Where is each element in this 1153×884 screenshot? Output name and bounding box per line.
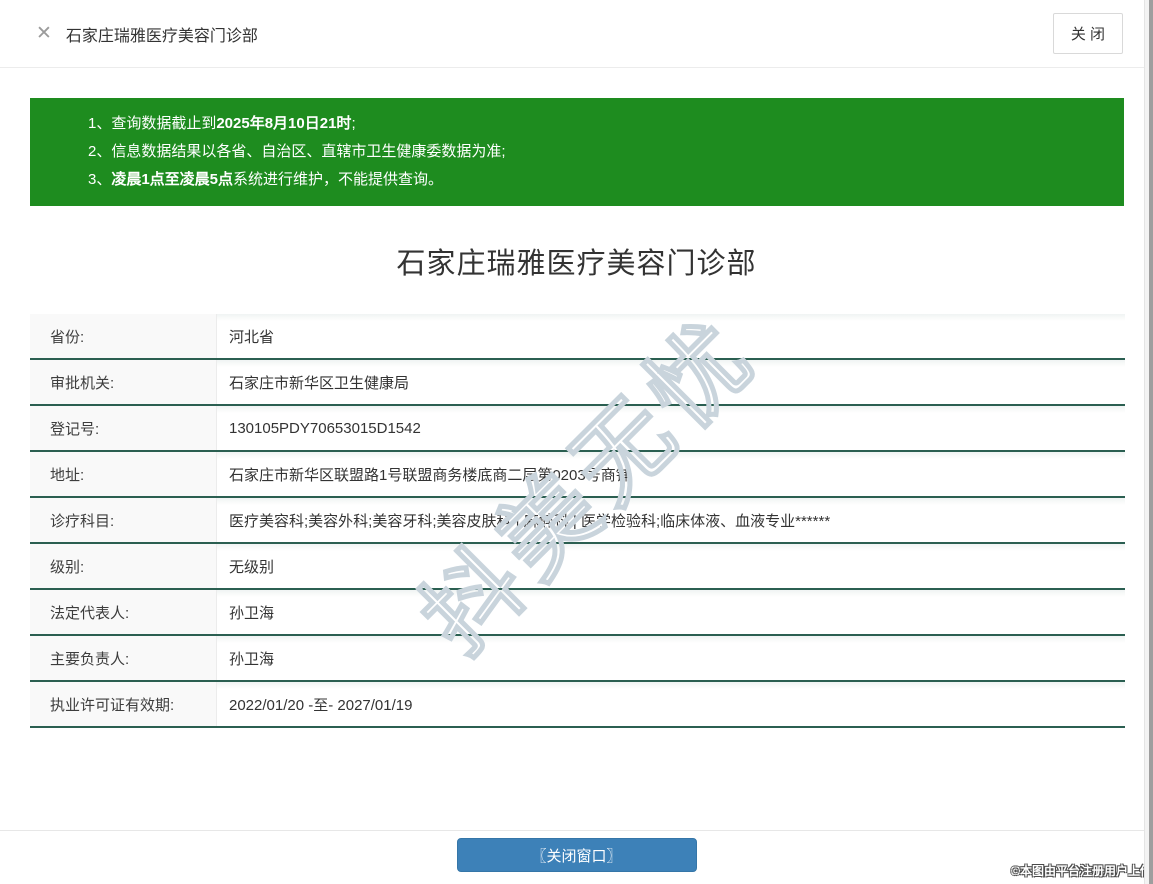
table-row-province: 省份: 河北省 [30, 314, 1125, 360]
row-label: 法定代表人: [30, 590, 217, 634]
notice-line-2-text: 2、信息数据结果以各省、自治区、直辖市卫生健康委数据为准; [88, 143, 506, 160]
table-row-person-in-charge: 主要负责人: 孙卫海 [30, 636, 1125, 682]
row-value: 130105PDY70653015D1542 [229, 419, 421, 437]
row-value: 河北省 [229, 328, 275, 346]
row-value: 医疗美容科;美容外科;美容牙科;美容皮肤科 | 麻醉科 | 医学检验科;临床体液… [229, 512, 831, 530]
table-row-license-validity: 执业许可证有效期: 2022/01/20 -至- 2027/01/19 [30, 682, 1125, 728]
row-value: 2022/01/20 -至- 2027/01/19 [229, 696, 413, 714]
notice-line-1: 1、查询数据截止到2025年8月10日21时; [88, 110, 1104, 138]
corner-watermark: ©本图由平台注册用户上传 [1011, 864, 1152, 878]
table-row-address: 地址: 石家庄市新华区联盟路1号联盟商务楼底商二层第0203号商铺 [30, 452, 1125, 498]
table-row-legal-representative: 法定代表人: 孙卫海 [30, 590, 1125, 636]
info-table: 省份: 河北省 审批机关: 石家庄市新华区卫生健康局 登记号: 130105PD… [30, 314, 1125, 728]
close-window-button[interactable]: 〖关闭窗口〗 [456, 838, 697, 872]
row-value: 石家庄市新华区卫生健康局 [229, 374, 410, 392]
row-label: 主要负责人: [30, 636, 217, 680]
header-bar: ✕ 石家庄瑞雅医疗美容门诊部 关 闭 [0, 0, 1153, 68]
close-button[interactable]: 关 闭 [1052, 13, 1123, 54]
row-label: 级别: [30, 544, 217, 588]
page-title: 石家庄瑞雅医疗美容门诊部 [396, 248, 757, 280]
row-value: 石家庄市新华区联盟路1号联盟商务楼底商二层第0203号商铺 [229, 466, 631, 484]
notice-line-3: 3、凌晨1点至凌晨5点系统进行维护，不能提供查询。 [88, 166, 1104, 194]
row-label: 地址: [30, 452, 217, 496]
window-title: 石家庄瑞雅医疗美容门诊部 [65, 27, 258, 45]
footer-bar: 〖关闭窗口〗 [0, 830, 1153, 884]
notice-line-3-bold: 凌晨1点至凌晨5点 [111, 171, 234, 188]
row-label: 登记号: [30, 406, 217, 450]
notice-line-1-text: 1、查询数据截止到 [88, 115, 217, 132]
notice-line-3-tail: 系统进行维护，不能提供查询。 [233, 171, 444, 188]
row-value: 孙卫海 [229, 604, 275, 622]
notice-line-2: 2、信息数据结果以各省、自治区、直辖市卫生健康委数据为准; [88, 138, 1104, 166]
notice-line-3-text: 3、 [88, 171, 112, 188]
row-label: 审批机关: [30, 360, 217, 404]
notice-line-1-tail: ; [351, 115, 356, 132]
row-label: 省份: [30, 314, 217, 358]
scrollbar-thumb[interactable] [1149, 0, 1153, 884]
row-label: 执业许可证有效期: [30, 682, 217, 726]
close-x-icon[interactable]: ✕ [36, 24, 52, 43]
table-row-approval-authority: 审批机关: 石家庄市新华区卫生健康局 [30, 360, 1125, 406]
row-label: 诊疗科目: [30, 498, 217, 542]
table-row-registration-number: 登记号: 130105PDY70653015D1542 [30, 406, 1125, 452]
row-value: 无级别 [229, 558, 275, 576]
table-row-level: 级别: 无级别 [30, 544, 1125, 590]
notice-line-1-bold: 2025年8月10日21时 [216, 115, 352, 132]
row-value: 孙卫海 [229, 650, 275, 668]
table-row-medical-subjects: 诊疗科目: 医疗美容科;美容外科;美容牙科;美容皮肤科 | 麻醉科 | 医学检验… [30, 498, 1125, 544]
scrollbar-track[interactable] [1144, 0, 1153, 884]
notice-box: 1、查询数据截止到2025年8月10日21时; 2、信息数据结果以各省、自治区、… [30, 98, 1124, 206]
